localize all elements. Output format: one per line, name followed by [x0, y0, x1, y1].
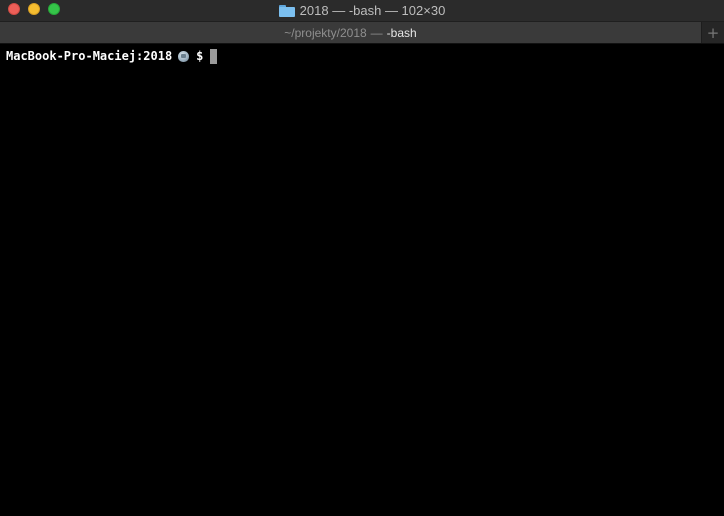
window-title-group: 2018 — -bash — 102×30: [0, 0, 724, 20]
tab-separator: —: [370, 25, 383, 40]
new-tab-button[interactable]: +: [702, 22, 724, 43]
lightbulb-icon: [178, 50, 190, 62]
prompt-symbol: $: [196, 49, 204, 63]
terminal-content[interactable]: MacBook-Pro-Maciej:2018 $: [0, 44, 724, 516]
terminal-window: 2018 — -bash — 102×30 ~/projekty/2018 — …: [0, 0, 724, 516]
folder-icon[interactable]: [278, 4, 295, 17]
prompt-line: MacBook-Pro-Maciej:2018 $: [6, 48, 718, 64]
tab-path: ~/projekty/2018: [284, 25, 367, 40]
tab-bash[interactable]: ~/projekty/2018 — -bash: [0, 22, 702, 43]
tab-bar: ~/projekty/2018 — -bash +: [0, 22, 724, 44]
title-bar[interactable]: 2018 — -bash — 102×30: [0, 0, 724, 22]
prompt-host: MacBook-Pro-Maciej:2018: [6, 49, 173, 63]
text-cursor: [210, 48, 218, 64]
window-title: 2018 — -bash — 102×30: [299, 2, 446, 18]
tab-process: -bash: [386, 25, 417, 40]
